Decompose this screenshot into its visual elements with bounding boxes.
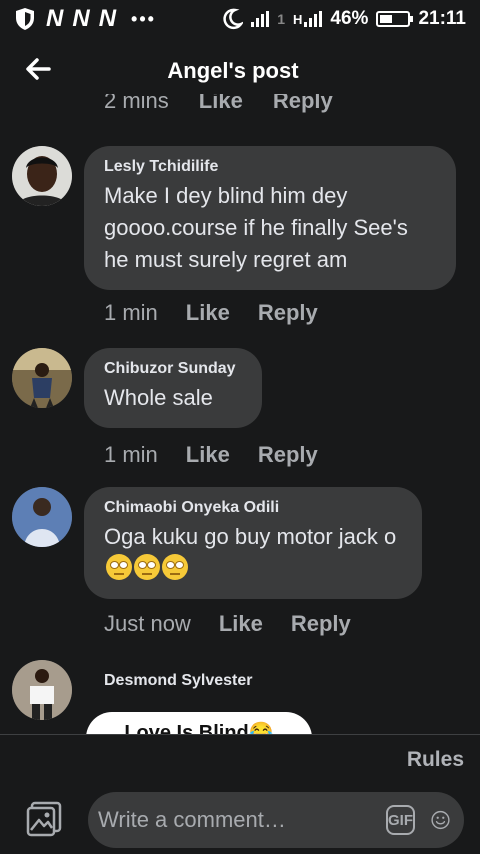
avatar[interactable] bbox=[12, 348, 72, 408]
network-indicator: 1 bbox=[277, 11, 286, 27]
more-notifications-dots: ••• bbox=[131, 8, 156, 29]
battery-percent: 46% bbox=[330, 8, 369, 29]
comment-author[interactable]: Desmond Sylvester bbox=[104, 672, 253, 690]
comment-bubble[interactable]: Chibuzor Sunday Whole sale bbox=[84, 348, 262, 428]
divider bbox=[0, 734, 480, 735]
status-bar: N N N ••• 1 H 46% 21:11 bbox=[0, 0, 480, 38]
smiley-icon[interactable] bbox=[431, 803, 450, 837]
back-button[interactable] bbox=[18, 52, 58, 86]
comment-text: Oga kuku go buy motor jack o bbox=[104, 521, 402, 585]
comment-author[interactable]: Lesly Tchidilife bbox=[104, 158, 436, 176]
comment-composer: GIF bbox=[0, 790, 480, 850]
photo-icon bbox=[26, 801, 62, 837]
battery-fill bbox=[380, 15, 393, 23]
comment-time: 1 min bbox=[104, 442, 158, 467]
comment-actions: 1 min Like Reply bbox=[104, 442, 318, 468]
comment-time: Just now bbox=[104, 611, 191, 636]
signal-icon bbox=[251, 11, 270, 27]
comment-text: Whole sale bbox=[104, 385, 213, 410]
comment-bubble[interactable]: Chimaobi Onyeka Odili Oga kuku go buy mo… bbox=[84, 487, 422, 599]
moon-icon bbox=[223, 8, 244, 30]
comment-actions: 1 min Like Reply bbox=[104, 300, 318, 326]
page-title: Angel's post bbox=[167, 58, 299, 83]
shield-icon bbox=[16, 8, 34, 30]
attachment-text: Love Is Blind😂 bbox=[124, 722, 274, 734]
like-button[interactable]: Like bbox=[186, 442, 230, 468]
rolling-eyes-emoji bbox=[162, 554, 188, 580]
comments-list: 2 mins Like Reply Lesly Tchidilife Make … bbox=[0, 94, 480, 734]
signal-icon-2 bbox=[304, 11, 323, 27]
reply-button[interactable]: Reply bbox=[273, 94, 333, 114]
reply-button[interactable]: Reply bbox=[258, 442, 318, 468]
comment-input[interactable] bbox=[98, 807, 386, 833]
arrow-left-icon bbox=[26, 58, 51, 80]
battery-icon bbox=[376, 11, 414, 27]
carrier-mark: N bbox=[46, 5, 63, 32]
like-button[interactable]: Like bbox=[219, 611, 263, 637]
rolling-eyes-emoji bbox=[106, 554, 132, 580]
carrier-mark: N bbox=[98, 5, 116, 32]
comment-time: 2 mins bbox=[104, 94, 169, 113]
partial-comment-actions: 2 mins Like Reply bbox=[104, 94, 333, 114]
comment-time: 1 min bbox=[104, 300, 158, 325]
network-type: H bbox=[293, 11, 303, 27]
reply-button[interactable]: Reply bbox=[258, 300, 318, 326]
comment-bubble[interactable]: Lesly Tchidilife Make I dey blind him de… bbox=[84, 146, 456, 290]
avatar[interactable] bbox=[12, 487, 72, 547]
comment-text: Make I dey blind him dey goooo.course if… bbox=[104, 183, 408, 272]
clock: 21:11 bbox=[418, 8, 466, 29]
photo-button[interactable] bbox=[26, 800, 64, 838]
rolling-eyes-emoji bbox=[134, 554, 160, 580]
avatar[interactable] bbox=[12, 660, 72, 720]
avatar[interactable] bbox=[12, 146, 72, 206]
comment-actions: Just now Like Reply bbox=[104, 611, 351, 637]
gif-button[interactable]: GIF bbox=[386, 805, 415, 835]
comment-text-content: Oga kuku go buy motor jack o bbox=[104, 524, 397, 549]
comment-input-box: GIF bbox=[88, 792, 464, 848]
reply-button[interactable]: Reply bbox=[291, 611, 351, 637]
rules-link[interactable]: Rules bbox=[407, 748, 464, 772]
comment-image-attachment[interactable]: Love Is Blind😂 bbox=[86, 712, 312, 734]
like-button[interactable]: Like bbox=[199, 94, 243, 114]
like-button[interactable]: Like bbox=[186, 300, 230, 326]
comment-author: Chibuzor Sunday bbox=[104, 360, 236, 377]
carrier-mark: N bbox=[72, 5, 89, 32]
comment-author: Chimaobi Onyeka Odili bbox=[104, 499, 280, 516]
